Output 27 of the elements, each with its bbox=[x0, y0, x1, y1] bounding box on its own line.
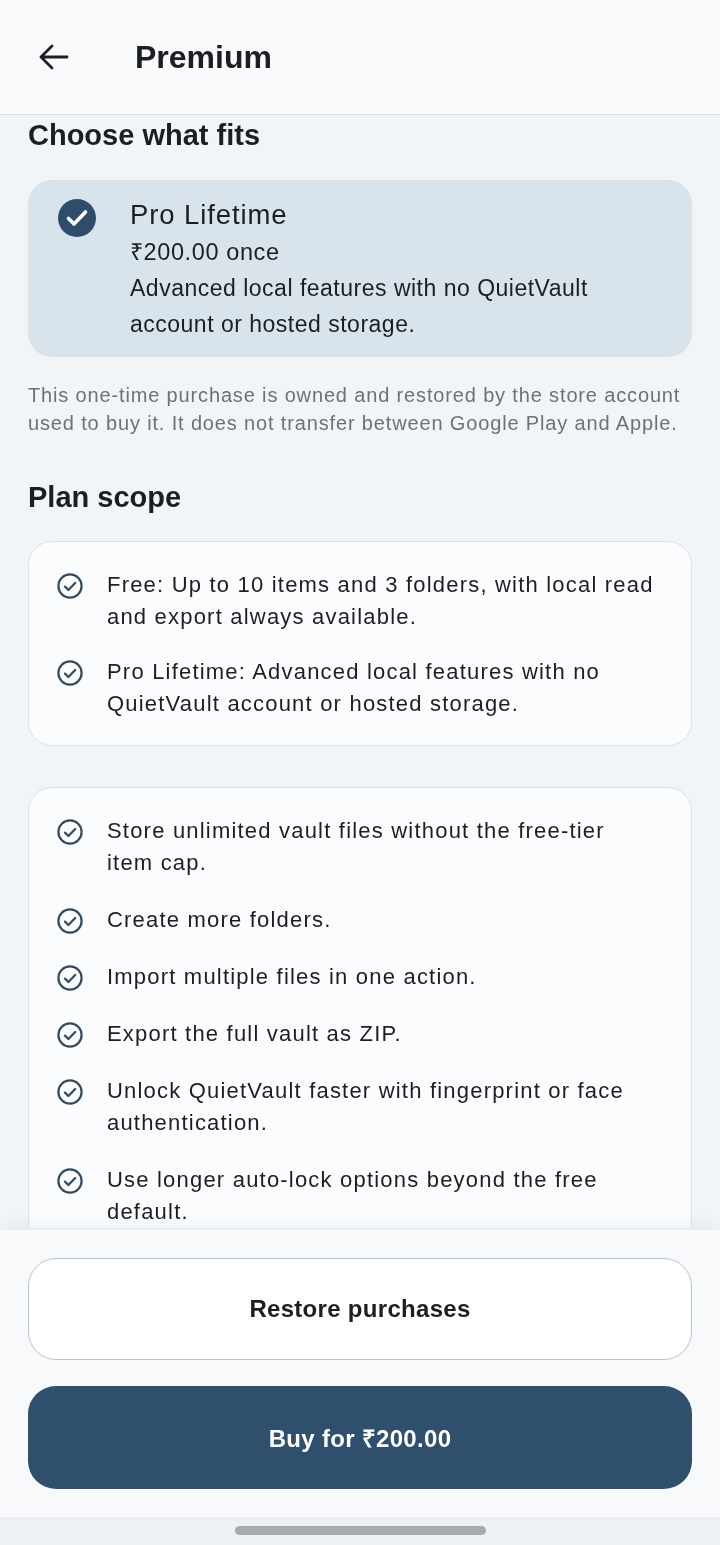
check-circle-icon bbox=[57, 1022, 83, 1048]
buy-button[interactable]: Buy for ₹200.00 bbox=[28, 1386, 692, 1489]
tier-text: Pro Lifetime: Advanced local features with no QuietVault account or hosted storage. bbox=[107, 658, 602, 718]
feature-text: Create more folders. bbox=[107, 906, 332, 934]
check-circle-icon bbox=[57, 573, 83, 599]
plan-description: Advanced local features with no QuietVault account or hosted storage. bbox=[130, 274, 589, 339]
restore-purchases-button[interactable]: Restore purchases bbox=[28, 1258, 692, 1360]
section-heading: Choose what fits bbox=[28, 118, 261, 153]
check-circle-icon bbox=[57, 819, 83, 845]
check-circle-icon bbox=[57, 908, 83, 934]
plan-option[interactable]: Pro Lifetime ₹200.00 once Advanced local features with no QuietVault account or hosted storage. bbox=[28, 180, 692, 357]
feature-text: Store unlimited vault files without the free-tier item cap. bbox=[107, 817, 606, 877]
check-circle-icon bbox=[57, 965, 83, 991]
check-circle-icon bbox=[57, 1168, 83, 1194]
check-circle-icon bbox=[57, 660, 83, 686]
tier-text: Free: Up to 10 items and 3 folders, with local read and export always available. bbox=[107, 571, 655, 631]
page-title: Premium bbox=[135, 38, 272, 77]
plan-name: Pro Lifetime bbox=[130, 198, 289, 232]
feature-text: Use longer auto-lock options beyond the free default. bbox=[107, 1166, 599, 1226]
feature-text: Import multiple files in one action. bbox=[107, 963, 477, 991]
check-circle-icon bbox=[57, 1079, 83, 1105]
section-heading: Plan scope bbox=[28, 480, 183, 515]
back-arrow-icon bbox=[37, 44, 69, 70]
plan-price: ₹200.00 once bbox=[130, 238, 281, 267]
purchase-note: This one-time purchase is owned and restored by the store account used to buy it. It does not transfer between Google Play and Apple. bbox=[28, 383, 682, 436]
feature-text: Unlock QuietVault faster with fingerprint or face authentication. bbox=[107, 1077, 625, 1137]
feature-text: Export the full vault as ZIP. bbox=[107, 1020, 402, 1048]
